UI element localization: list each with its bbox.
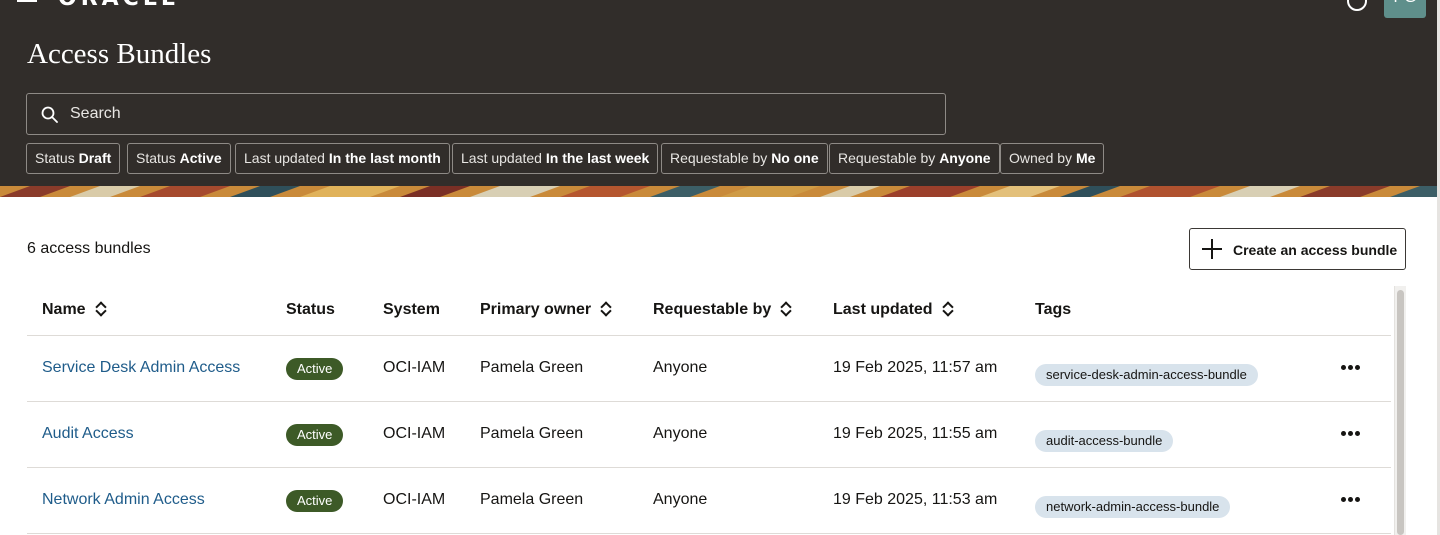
filter-chip-value: Anyone bbox=[939, 150, 991, 166]
filter-chip-value: Me bbox=[1075, 150, 1096, 166]
search-input[interactable] bbox=[70, 94, 930, 134]
tag-pill: network-admin-access-bundle bbox=[1035, 496, 1231, 518]
system-cell: OCI-IAM bbox=[383, 359, 446, 376]
filter-chip-label: Requestable by bbox=[670, 150, 768, 166]
system-cell: OCI-IAM bbox=[383, 491, 446, 508]
table-row: Audit Access Active OCI-IAM Pamela Green… bbox=[27, 402, 1391, 468]
column-header-last-updated[interactable]: Last updated bbox=[833, 301, 953, 319]
column-header-primary-owner[interactable]: Primary owner bbox=[480, 301, 611, 319]
search-icon bbox=[41, 106, 58, 123]
plus-icon bbox=[1202, 239, 1222, 259]
column-header-label: System bbox=[383, 301, 440, 318]
top-bar: ORACLE PG bbox=[0, 0, 1437, 22]
column-header-name[interactable]: Name bbox=[42, 301, 106, 319]
page-header: ORACLE PG Access Bundles Status Draft St… bbox=[0, 0, 1437, 197]
filter-chip-label: Status bbox=[35, 150, 75, 166]
filter-chip-status-draft[interactable]: Status Draft bbox=[26, 143, 121, 174]
sort-icon[interactable] bbox=[601, 301, 611, 315]
tag-pill: service-desk-admin-access-bundle bbox=[1035, 364, 1258, 386]
status-badge: Active bbox=[286, 424, 344, 446]
search-box bbox=[26, 93, 946, 135]
updated-cell: 19 Feb 2025, 11:55 am bbox=[833, 425, 998, 442]
filter-chip-value: No one bbox=[771, 150, 819, 166]
bundle-name-link[interactable]: Audit Access bbox=[42, 425, 134, 443]
filter-chip-requestable-no-one[interactable]: Requestable by No one bbox=[661, 143, 828, 174]
updated-cell: 19 Feb 2025, 11:57 am bbox=[833, 359, 998, 376]
filter-chip-value: Draft bbox=[78, 150, 112, 166]
requestable-cell: Anyone bbox=[653, 491, 708, 508]
filter-chip-label: Status bbox=[136, 150, 176, 166]
requestable-cell: Anyone bbox=[653, 359, 708, 376]
column-header-system: System bbox=[383, 301, 440, 319]
decorative-banner bbox=[0, 186, 1437, 197]
more-actions-icon[interactable] bbox=[1339, 364, 1363, 372]
column-header-label: Requestable by bbox=[653, 301, 772, 318]
user-avatar[interactable]: PG bbox=[1384, 0, 1426, 18]
updated-cell: 19 Feb 2025, 11:53 am bbox=[833, 491, 998, 508]
filter-chip-label: Last updated bbox=[461, 150, 542, 166]
column-header-label: Status bbox=[286, 301, 335, 318]
sort-icon[interactable] bbox=[96, 301, 106, 315]
filter-chip-value: Active bbox=[179, 150, 222, 166]
column-header-label: Name bbox=[42, 301, 86, 318]
owner-cell: Pamela Green bbox=[480, 425, 584, 442]
bundle-name-link[interactable]: Service Desk Admin Access bbox=[42, 359, 240, 377]
scrollbar-thumb[interactable] bbox=[1397, 290, 1404, 535]
filter-chip-updated-month[interactable]: Last updated In the last month bbox=[235, 143, 450, 174]
bundle-count: 6 access bundles bbox=[27, 240, 151, 257]
tag-pill: audit-access-bundle bbox=[1035, 430, 1174, 452]
filter-chip-value: In the last week bbox=[545, 150, 650, 166]
page-title: Access Bundles bbox=[27, 38, 212, 70]
status-badge: Active bbox=[286, 490, 344, 512]
column-header-label: Last updated bbox=[833, 301, 933, 318]
filter-chip-owned-by-me[interactable]: Owned by Me bbox=[1000, 143, 1105, 174]
filter-chip-updated-week[interactable]: Last updated In the last week bbox=[452, 143, 659, 174]
filter-chip-label: Requestable by bbox=[838, 150, 936, 166]
status-badge: Active bbox=[286, 358, 344, 380]
sort-icon[interactable] bbox=[943, 301, 953, 315]
create-access-bundle-button[interactable]: Create an access bundle bbox=[1189, 228, 1406, 270]
column-header-requestable-by[interactable]: Requestable by bbox=[653, 301, 791, 319]
filter-chip-label: Last updated bbox=[244, 150, 325, 166]
table-row: Service Desk Admin Access Active OCI-IAM… bbox=[27, 336, 1391, 402]
help-icon[interactable] bbox=[1347, 0, 1367, 11]
requestable-cell: Anyone bbox=[653, 425, 708, 442]
hamburger-menu-icon[interactable] bbox=[17, 0, 37, 4]
oracle-logo: ORACLE bbox=[58, 0, 180, 11]
table-scrollbar[interactable] bbox=[1394, 286, 1406, 535]
column-header-status: Status bbox=[286, 301, 335, 319]
owner-cell: Pamela Green bbox=[480, 359, 584, 376]
owner-cell: Pamela Green bbox=[480, 491, 584, 508]
bundle-name-link[interactable]: Network Admin Access bbox=[42, 491, 205, 509]
filter-chip-label: Owned by bbox=[1009, 150, 1073, 166]
column-header-label: Primary owner bbox=[480, 301, 592, 318]
table-row: Network Admin Access Active OCI-IAM Pame… bbox=[27, 468, 1391, 534]
filter-chip-value: In the last month bbox=[328, 150, 441, 166]
sort-icon[interactable] bbox=[781, 301, 791, 315]
filter-chip-requestable-anyone[interactable]: Requestable by Anyone bbox=[829, 143, 1000, 174]
column-header-label: Tags bbox=[1035, 301, 1072, 318]
create-button-label: Create an access bundle bbox=[1233, 242, 1398, 258]
more-actions-icon[interactable] bbox=[1339, 496, 1363, 504]
system-cell: OCI-IAM bbox=[383, 425, 446, 442]
column-header-tags: Tags bbox=[1035, 301, 1071, 319]
filter-chip-status-active[interactable]: Status Active bbox=[127, 143, 231, 174]
more-actions-icon[interactable] bbox=[1339, 430, 1363, 438]
